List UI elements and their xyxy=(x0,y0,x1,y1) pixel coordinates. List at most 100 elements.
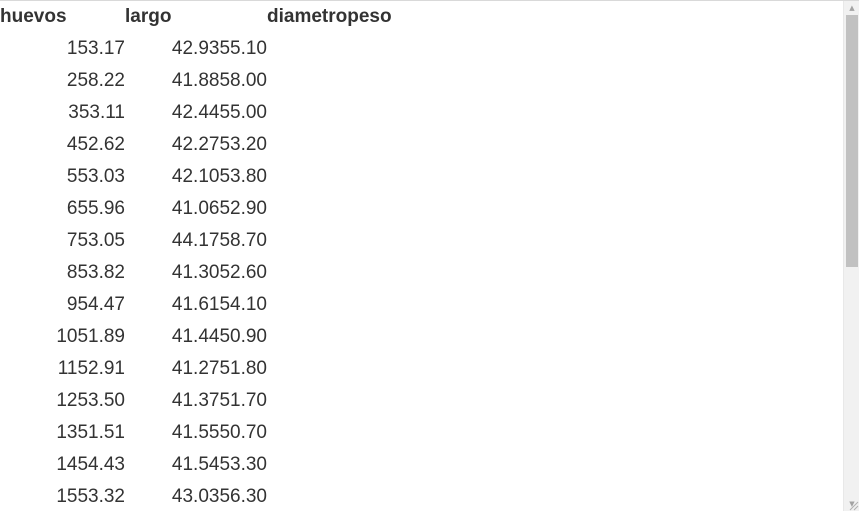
cell-diametro: 42.10 xyxy=(171,166,220,187)
cell-diametro: 41.88 xyxy=(171,70,220,91)
cell-largo: 53.03 xyxy=(77,166,125,187)
cell-peso: 50.70 xyxy=(219,422,267,443)
table-row: 1553.32 43.0356.30 xyxy=(0,481,392,511)
cell-diametro-peso: 41.4450.90 xyxy=(125,321,267,353)
cell-diametro-peso: 41.3052.60 xyxy=(125,257,267,289)
cell-huevos: 5 xyxy=(66,166,78,187)
cell-empty xyxy=(267,129,347,161)
cell-diametro: 41.06 xyxy=(171,198,220,219)
cell-peso: 55.00 xyxy=(219,102,267,123)
table-row: 353.11 42.4455.00 xyxy=(0,97,392,129)
cell-diametro: 41.27 xyxy=(171,358,220,379)
table-row: 954.47 41.6154.10 xyxy=(0,289,392,321)
table-row: 853.82 41.3052.60 xyxy=(0,257,392,289)
table-body: 153.17 42.9355.10 258.22 41.8858.00 353.11 42… xyxy=(0,33,392,511)
cell-empty xyxy=(267,65,347,97)
cell-empty xyxy=(347,65,391,97)
cell-peso: 55.10 xyxy=(219,38,267,59)
cell-empty xyxy=(267,33,347,65)
cell-huevos-largo: 1351.51 xyxy=(0,417,125,449)
column-header-peso[interactable]: peso xyxy=(347,1,391,33)
cell-diametro-peso: 42.9355.10 xyxy=(125,33,267,65)
cell-diametro: 41.54 xyxy=(171,454,220,475)
table-row: 1454.43 41.5453.30 xyxy=(0,449,392,481)
cell-largo: 52.91 xyxy=(77,358,125,379)
cell-largo: 53.05 xyxy=(77,230,125,251)
cell-peso: 53.80 xyxy=(219,166,267,187)
column-header-largo[interactable]: largo xyxy=(125,1,267,33)
cell-peso: 52.90 xyxy=(219,198,267,219)
cell-diametro-peso: 41.0652.90 xyxy=(125,193,267,225)
cell-empty xyxy=(267,225,347,257)
cell-empty xyxy=(267,353,347,385)
cell-empty xyxy=(267,193,347,225)
column-header-huevos[interactable]: huevos xyxy=(0,1,125,33)
cell-huevos: 1 xyxy=(66,38,78,59)
table-row: 452.62 42.2753.20 xyxy=(0,129,392,161)
cell-peso: 54.10 xyxy=(219,294,267,315)
cell-largo: 53.82 xyxy=(77,262,125,283)
table-scroll-area[interactable]: huevos largo diametro peso 153.17 42.9355… xyxy=(0,1,843,511)
cell-empty xyxy=(267,449,347,481)
cell-huevos: 3 xyxy=(68,102,79,123)
cell-diametro-peso: 41.2751.80 xyxy=(125,353,267,385)
cell-diametro: 41.37 xyxy=(171,390,220,411)
cell-huevos-largo: 753.05 xyxy=(0,225,125,257)
scroll-up-arrow-icon[interactable]: ▲ xyxy=(844,1,859,15)
cell-empty xyxy=(347,225,391,257)
cell-empty xyxy=(347,417,391,449)
cell-empty xyxy=(347,289,391,321)
cell-huevos-largo: 1152.91 xyxy=(0,353,125,385)
cell-peso: 51.70 xyxy=(219,390,267,411)
cell-diametro-peso: 44.1758.70 xyxy=(125,225,267,257)
cell-peso: 52.60 xyxy=(219,262,267,283)
cell-diametro-peso: 41.5453.30 xyxy=(125,449,267,481)
cell-empty xyxy=(347,257,391,289)
cell-largo: 53.50 xyxy=(77,390,125,411)
vertical-scrollbar[interactable]: ▲ ▼ xyxy=(843,1,859,511)
cell-huevos: 7 xyxy=(66,230,78,251)
cell-huevos: 13 xyxy=(56,422,78,443)
cell-diametro: 41.44 xyxy=(171,326,220,347)
cell-peso: 56.30 xyxy=(219,486,267,507)
cell-diametro-peso: 42.1053.80 xyxy=(125,161,267,193)
cell-largo: 54.43 xyxy=(77,454,125,475)
resize-grip-icon[interactable] xyxy=(847,499,859,511)
scrollbar-thumb[interactable] xyxy=(846,15,858,267)
cell-diametro-peso: 41.6154.10 xyxy=(125,289,267,321)
cell-empty xyxy=(267,321,347,353)
cell-huevos-largo: 452.62 xyxy=(0,129,125,161)
cell-largo: 53.32 xyxy=(77,486,125,507)
cell-peso: 51.80 xyxy=(219,358,267,379)
cell-empty xyxy=(347,129,391,161)
cell-diametro-peso: 42.2753.20 xyxy=(125,129,267,161)
cell-huevos: 10 xyxy=(56,326,78,347)
cell-largo: 53.11 xyxy=(78,102,125,123)
cell-huevos-largo: 1553.32 xyxy=(0,481,125,511)
table-row: 258.22 41.8858.00 xyxy=(0,65,392,97)
cell-empty xyxy=(347,193,391,225)
data-table: huevos largo diametro peso 153.17 42.9355… xyxy=(0,1,392,511)
cell-empty xyxy=(267,161,347,193)
cell-huevos: 14 xyxy=(56,454,78,475)
cell-largo: 54.47 xyxy=(77,294,125,315)
table-row: 1253.50 41.3751.70 xyxy=(0,385,392,417)
table-row: 1152.91 41.2751.80 xyxy=(0,353,392,385)
cell-empty xyxy=(347,481,391,511)
cell-diametro-peso: 41.3751.70 xyxy=(125,385,267,417)
cell-huevos: 8 xyxy=(66,262,78,283)
cell-peso: 50.90 xyxy=(219,326,267,347)
column-header-diametro[interactable]: diametro xyxy=(267,1,347,33)
cell-diametro-peso: 43.0356.30 xyxy=(125,481,267,511)
cell-empty xyxy=(347,33,391,65)
cell-huevos: 6 xyxy=(66,198,78,219)
cell-huevos: 4 xyxy=(66,134,78,155)
cell-diametro: 41.61 xyxy=(171,294,220,315)
cell-empty xyxy=(347,321,391,353)
cell-empty xyxy=(347,385,391,417)
cell-empty xyxy=(267,481,347,511)
cell-huevos-largo: 853.82 xyxy=(0,257,125,289)
cell-diametro: 43.03 xyxy=(171,486,220,507)
cell-huevos-largo: 954.47 xyxy=(0,289,125,321)
cell-largo: 53.17 xyxy=(77,38,125,59)
